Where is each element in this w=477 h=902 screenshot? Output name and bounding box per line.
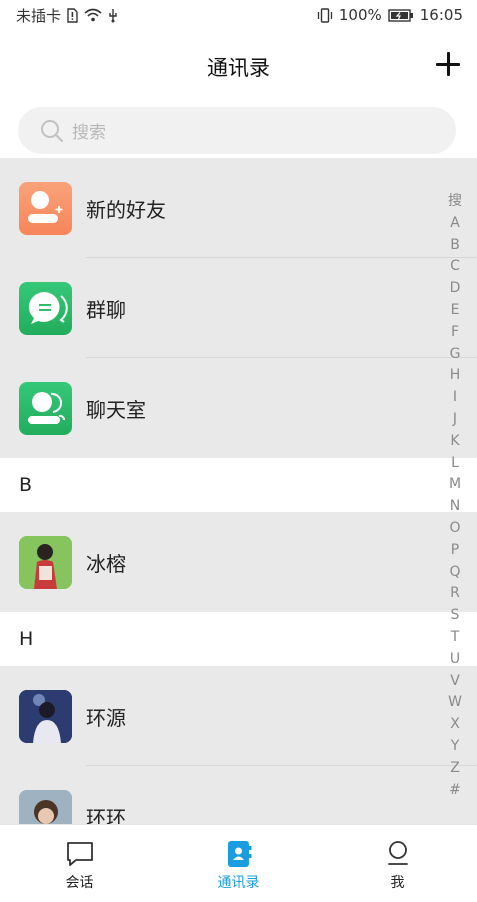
contact-name: 环环 (86, 805, 126, 825)
row-label: 聊天室 (86, 397, 146, 422)
page-title: 通讯录 (207, 56, 270, 80)
index-letter[interactable]: # (449, 780, 461, 802)
new-friend-item[interactable]: 新的好友 (0, 158, 477, 258)
index-letter[interactable]: X (450, 714, 460, 736)
row-label: 群聊 (86, 297, 126, 322)
alphabet-index[interactable]: 搜 A B C D E F G H I J K L M N O P Q R S … (445, 191, 465, 801)
contact-row[interactable]: 环环 (0, 766, 477, 824)
usb-icon (109, 8, 117, 22)
title-bar: 通讯录 (0, 30, 477, 104)
index-letter[interactable]: P (451, 540, 459, 562)
contact-row[interactable]: 冰榕 (0, 512, 477, 612)
bottom-tab-bar: 会话 通讯录 我 (0, 824, 477, 902)
index-letter[interactable]: A (450, 213, 460, 235)
wifi-icon (84, 8, 102, 22)
tab-label: 会话 (65, 875, 94, 891)
index-letter[interactable]: R (450, 583, 460, 605)
vibrate-icon (317, 7, 333, 23)
section-letter: B (19, 474, 33, 496)
avatar (19, 689, 72, 743)
chatroom-item[interactable]: 聊天室 (0, 358, 477, 458)
index-letter[interactable]: N (450, 496, 460, 518)
index-letter[interactable]: J (453, 409, 457, 431)
group-chat-item[interactable]: 群聊 (0, 258, 477, 358)
search-icon (41, 119, 64, 142)
index-letter[interactable]: Z (450, 758, 460, 780)
sim-icon (67, 7, 78, 23)
status-bar: 未插卡 100% 16:05 (0, 0, 477, 30)
index-letter[interactable]: O (449, 518, 460, 540)
clock: 16:05 (419, 6, 463, 24)
contacts-list: 新的好友 群聊 聊天室 B 冰榕 H 环源 环环 (0, 158, 477, 824)
section-letter: H (19, 628, 34, 650)
contact-name: 环源 (86, 705, 126, 730)
index-letter[interactable]: C (450, 256, 460, 278)
index-letter[interactable]: 搜 (448, 191, 462, 213)
contact-name: 冰榕 (86, 551, 126, 576)
tab-label: 我 (390, 875, 405, 891)
avatar (19, 535, 72, 589)
search-placeholder: 搜索 (72, 123, 106, 143)
index-letter[interactable]: H (450, 365, 461, 387)
index-letter[interactable]: U (450, 649, 460, 671)
chatroom-icon (19, 381, 72, 435)
section-header-b: B (0, 458, 477, 512)
index-letter[interactable]: V (450, 671, 460, 693)
index-letter[interactable]: S (451, 605, 460, 627)
battery-percent: 100% (338, 6, 382, 24)
index-letter[interactable]: E (451, 300, 460, 322)
tab-me[interactable]: 我 (318, 825, 477, 902)
section-header-h: H (0, 612, 477, 666)
index-letter[interactable]: M (449, 474, 461, 496)
index-letter[interactable]: L (451, 453, 459, 475)
tab-contacts[interactable]: 通讯录 (159, 825, 318, 902)
tab-label: 通讯录 (217, 875, 260, 891)
contact-row[interactable]: 环源 (0, 666, 477, 766)
add-friend-icon (19, 181, 72, 235)
index-letter[interactable]: I (453, 387, 457, 409)
tab-sessions[interactable]: 会话 (0, 825, 159, 902)
index-letter[interactable]: K (450, 431, 459, 453)
avatar (19, 789, 72, 824)
index-letter[interactable]: B (450, 235, 460, 257)
status-left: 未插卡 (16, 5, 118, 26)
contacts-book-icon (227, 841, 251, 867)
index-letter[interactable]: W (448, 692, 462, 714)
chat-bubble-icon (66, 842, 93, 866)
status-right: 100% 16:05 (317, 6, 463, 24)
index-letter[interactable]: Q (449, 562, 460, 584)
battery-charging-icon (388, 8, 413, 22)
group-chat-icon (19, 281, 72, 335)
profile-icon (387, 841, 408, 865)
index-letter[interactable]: Y (451, 736, 460, 758)
index-letter[interactable]: T (451, 627, 460, 649)
index-letter[interactable]: G (450, 344, 461, 366)
index-letter[interactable]: D (450, 278, 461, 300)
index-letter[interactable]: F (451, 322, 459, 344)
search-input[interactable]: 搜索 (18, 107, 456, 154)
row-label: 新的好友 (86, 197, 166, 222)
plus-icon[interactable] (435, 51, 461, 77)
carrier-text: 未插卡 (16, 6, 62, 25)
